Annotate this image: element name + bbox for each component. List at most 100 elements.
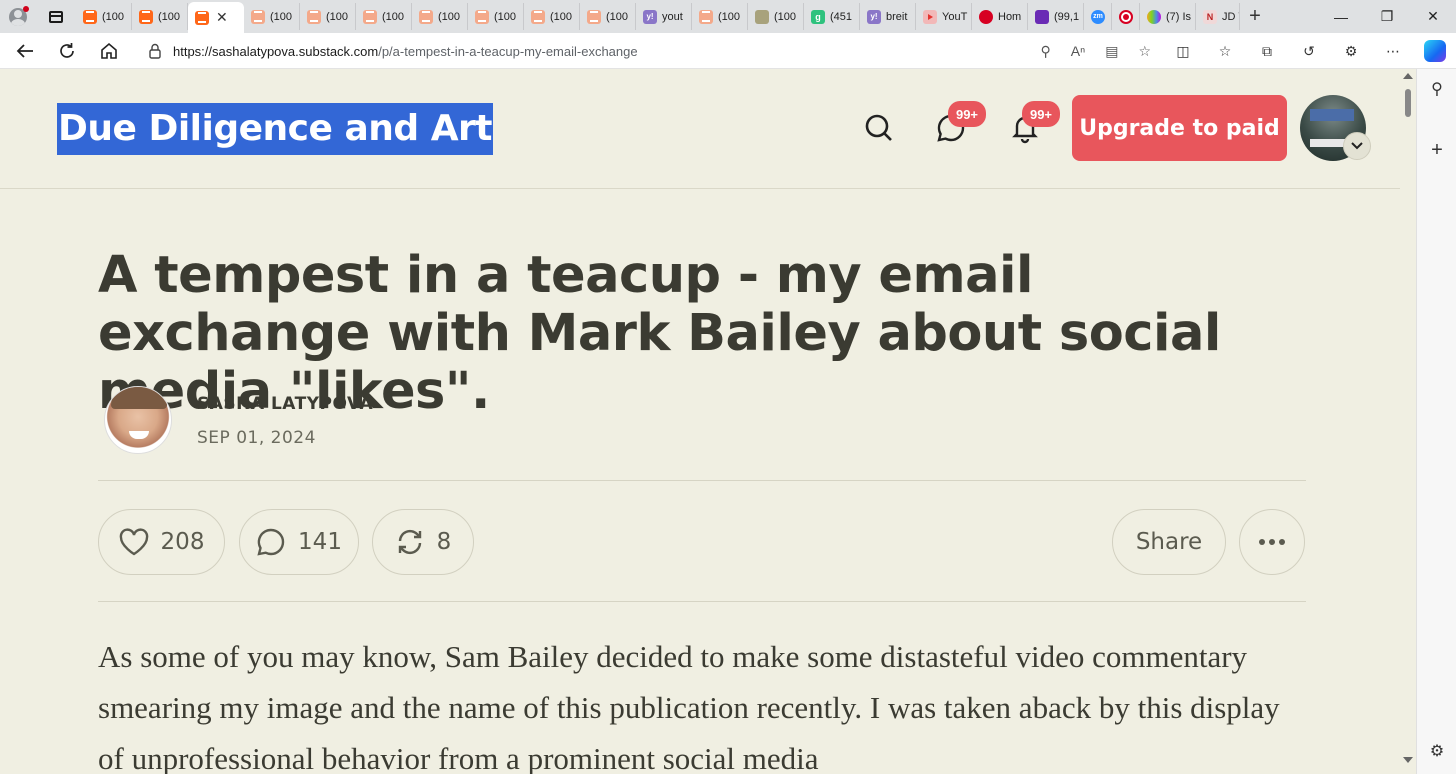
- browser-tab[interactable]: (7) Is: [1140, 3, 1196, 30]
- sidebar-add-icon[interactable]: +: [1417, 139, 1456, 162]
- browser-tab[interactable]: (100: [356, 3, 412, 30]
- messages-icon[interactable]: 99+: [934, 101, 986, 145]
- browser-tab[interactable]: (99,1: [1028, 3, 1084, 30]
- browser-tab[interactable]: (100: [300, 3, 356, 30]
- mail-icon: [1035, 9, 1049, 24]
- tab-label: breit: [886, 10, 908, 23]
- share-button[interactable]: Share: [1112, 509, 1226, 575]
- browser-tab[interactable]: YouT: [916, 3, 972, 30]
- site-header: Due Diligence and Art 99+ 99+ Upgrade to…: [0, 69, 1400, 189]
- divider: [98, 480, 1306, 481]
- address-toolbar: https://sashalatypova.substack.com/p/a-t…: [0, 33, 1456, 69]
- substack-icon: [419, 9, 433, 24]
- browser-tab[interactable]: ✕: [188, 2, 244, 33]
- edge-sidebar: ⚲ + ⚙: [1416, 69, 1456, 774]
- tab-label: (100: [158, 10, 181, 23]
- chevron-down-icon[interactable]: [1343, 132, 1371, 160]
- browser-tab[interactable]: (100: [692, 3, 748, 30]
- scrollbar-thumb[interactable]: [1405, 89, 1411, 117]
- more-menu-icon[interactable]: ⋯: [1372, 33, 1414, 69]
- substack-icon: [531, 9, 545, 24]
- browser-tab[interactable]: N JD V: [1196, 3, 1240, 30]
- favorites-icon[interactable]: ☆: [1204, 33, 1246, 69]
- browser-tab[interactable]: g (451: [804, 3, 860, 30]
- notifications-bell-icon[interactable]: 99+: [1008, 101, 1060, 145]
- tab-label: (100: [494, 10, 517, 23]
- search-icon[interactable]: [862, 111, 896, 145]
- browser-tab-bar: (100 (100 ✕ (100 (100 (100 (100 (100 (100 (100 y! y…: [0, 0, 1456, 33]
- tab-label: YouT: [942, 10, 968, 23]
- restack-button[interactable]: 8: [372, 509, 474, 575]
- browser-tab[interactable]: (100: [132, 3, 188, 30]
- more-dots-icon: [1259, 539, 1285, 545]
- url-host: https://sashalatypova.substack.com: [173, 43, 379, 59]
- substack-icon: [139, 9, 153, 24]
- immersive-reader-icon[interactable]: ▤: [1105, 43, 1118, 60]
- more-options-button[interactable]: [1239, 509, 1305, 575]
- reload-button[interactable]: [46, 33, 88, 69]
- tab-label: JD V: [1222, 10, 1239, 23]
- zoom-icon[interactable]: ⚲: [1040, 43, 1050, 60]
- browser-tab[interactable]: (100: [468, 3, 524, 30]
- comments-button[interactable]: 141: [239, 509, 359, 575]
- collections-icon[interactable]: ⧉: [1246, 33, 1288, 69]
- upgrade-button[interactable]: Upgrade to paid: [1072, 95, 1287, 161]
- nbc-icon: [1147, 9, 1161, 24]
- restore-button[interactable]: ❐: [1364, 0, 1410, 33]
- red-icon: [979, 9, 993, 24]
- back-button[interactable]: [4, 33, 46, 69]
- browser-tab[interactable]: (100: [524, 3, 580, 30]
- youtube-icon: [923, 9, 937, 24]
- extensions-icon[interactable]: ⚙: [1330, 33, 1372, 69]
- browser-tab[interactable]: zm: [1084, 3, 1112, 30]
- divider: [98, 601, 1306, 602]
- substack-icon: [363, 9, 377, 24]
- record-icon: [1119, 9, 1133, 24]
- copilot-icon[interactable]: [1414, 33, 1456, 69]
- page-scrollbar[interactable]: [1400, 69, 1416, 774]
- like-button[interactable]: 208: [98, 509, 225, 575]
- favorite-star-icon[interactable]: ☆: [1138, 43, 1151, 60]
- tab-label: (100: [438, 10, 461, 23]
- sidebar-search-icon[interactable]: ⚲: [1417, 79, 1456, 99]
- browser-tab[interactable]: (100: [412, 3, 468, 30]
- tab-label: (100: [270, 10, 293, 23]
- tab-label: (100: [718, 10, 741, 23]
- browser-tab[interactable]: y! breit: [860, 3, 916, 30]
- profile-icon[interactable]: [0, 0, 36, 33]
- page-viewport: Due Diligence and Art 99+ 99+ Upgrade to…: [0, 69, 1400, 774]
- close-tab-icon[interactable]: ✕: [216, 9, 228, 26]
- read-aloud-icon[interactable]: Aⁿ: [1071, 43, 1085, 59]
- author-name[interactable]: SASHA LATYPOVA: [197, 394, 373, 414]
- substack-icon: [307, 9, 321, 24]
- url-text[interactable]: https://sashalatypova.substack.com/p/a-t…: [173, 44, 638, 59]
- split-screen-icon[interactable]: ◫: [1162, 33, 1204, 69]
- close-window-button[interactable]: ✕: [1410, 0, 1456, 33]
- address-bar[interactable]: https://sashalatypova.substack.com/p/a-t…: [137, 36, 1161, 66]
- sidebar-settings-icon[interactable]: ⚙: [1417, 741, 1456, 761]
- browser-tab[interactable]: (100: [76, 3, 132, 30]
- window-controls: — ❐ ✕: [1318, 0, 1456, 33]
- author-avatar[interactable]: [104, 386, 172, 454]
- url-path: /p/a-tempest-in-a-teacup-my-email-exchan…: [378, 43, 638, 59]
- tab-label: (100: [102, 10, 125, 23]
- minimize-button[interactable]: —: [1318, 0, 1364, 33]
- browser-tab[interactable]: (100: [244, 3, 300, 30]
- tab-label: (100: [774, 10, 797, 23]
- tab-label: (100: [606, 10, 629, 23]
- new-tab-button[interactable]: +: [1240, 5, 1270, 28]
- browser-tab[interactable]: Hom: [972, 3, 1028, 30]
- browser-tab[interactable]: (100: [580, 3, 636, 30]
- publication-name[interactable]: Due Diligence and Art: [57, 103, 494, 155]
- browser-tab[interactable]: (100: [748, 3, 804, 30]
- notifications-badge: 99+: [1022, 101, 1060, 127]
- tab-actions-icon[interactable]: [36, 0, 76, 33]
- browser-tab[interactable]: [1112, 3, 1140, 30]
- history-icon[interactable]: ↺: [1288, 33, 1330, 69]
- post-body-paragraph: As some of you may know, Sam Bailey deci…: [98, 639, 1280, 774]
- home-button[interactable]: [88, 33, 130, 69]
- browser-tab[interactable]: y! yout: [636, 3, 692, 30]
- tab-label: (451: [830, 10, 853, 23]
- lock-icon[interactable]: [137, 43, 173, 59]
- substack-icon: [195, 10, 209, 25]
